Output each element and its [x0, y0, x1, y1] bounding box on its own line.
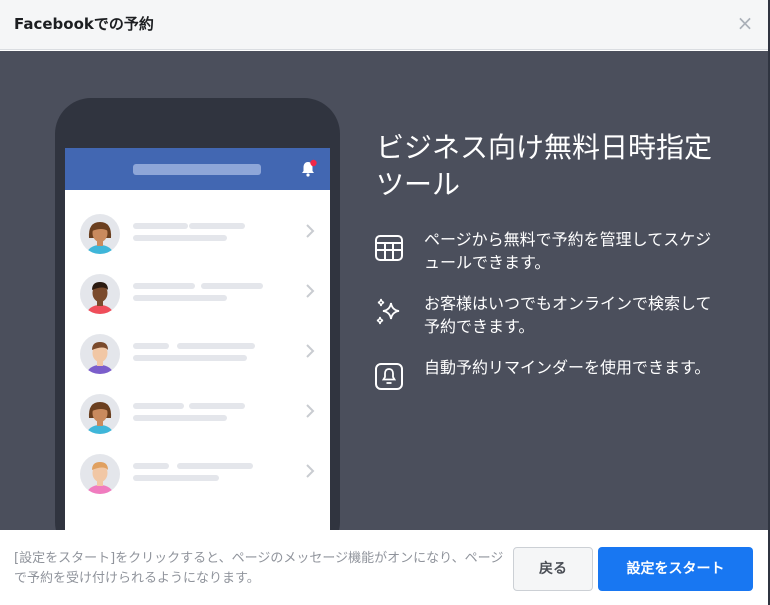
woman-avatar-icon: [80, 394, 120, 434]
chevron-right-icon: [305, 403, 315, 424]
placeholder-line: [133, 295, 227, 301]
feature-text: ページから無料で予約を管理してスケジュールできます。: [424, 230, 712, 272]
chevron-right-icon: [305, 463, 315, 484]
sparkles-icon: [376, 298, 400, 325]
phone-screen: [65, 148, 330, 530]
man-avatar-icon: [80, 334, 120, 374]
feature-text: 自動予約リマインダーを使用できます。: [424, 358, 711, 377]
placeholder-line: [133, 355, 247, 361]
dialog-title: Facebookでの予約: [14, 15, 154, 33]
phone-app-bar: [65, 148, 330, 190]
list-item: [65, 446, 330, 506]
placeholder-line: [189, 223, 245, 229]
dialog-footer: [設定をスタート]をクリックすると、ページのメッセージ機能がオンになり、ページで…: [0, 530, 768, 605]
phone-illustration: [55, 98, 340, 530]
list-item: [65, 326, 330, 386]
footer-note: [設定をスタート]をクリックすると、ページのメッセージ機能がオンになり、ページで…: [14, 551, 504, 586]
placeholder-line: [189, 403, 245, 409]
start-setup-button[interactable]: 設定をスタート: [598, 547, 753, 591]
placeholder-line: [133, 403, 184, 409]
feature-item: ページから無料で予約を管理してスケジュールできます。: [374, 230, 714, 283]
man-avatar-icon: [80, 454, 120, 494]
phone-search-pill: [133, 164, 261, 175]
list-item: [65, 206, 330, 266]
dialog-header: Facebookでの予約 ×: [0, 0, 768, 50]
chevron-right-icon: [305, 283, 315, 304]
back-button[interactable]: 戻る: [513, 547, 593, 591]
list-item: [65, 266, 330, 326]
placeholder-line: [133, 415, 227, 421]
feature-item: お客様はいつでもオンラインで検索して予約できます。: [374, 294, 714, 347]
feature-text: お客様はいつでもオンラインで検索して予約できます。: [424, 294, 712, 336]
chevron-right-icon: [305, 223, 315, 244]
notification-bell-icon: [302, 159, 317, 177]
man-avatar-icon: [80, 274, 120, 314]
booking-dialog: Facebookでの予約 × ビジネス向け無料日時指定ツール ページから無料で予…: [0, 0, 769, 605]
close-button[interactable]: ×: [736, 13, 754, 33]
woman-avatar-icon: [80, 214, 120, 254]
placeholder-line: [177, 343, 255, 349]
calendar-grid-icon: [375, 235, 403, 261]
placeholder-line: [133, 343, 169, 349]
placeholder-line: [133, 463, 169, 469]
hero-title: ビジネス向け無料日時指定ツール: [376, 131, 713, 201]
placeholder-line: [133, 475, 219, 481]
placeholder-line: [177, 463, 253, 469]
feature-item: 自動予約リマインダーを使用できます。: [374, 358, 714, 411]
placeholder-line: [133, 223, 188, 229]
placeholder-line: [201, 283, 263, 289]
hero-panel: ビジネス向け無料日時指定ツール ページから無料で予約を管理してスケジュールできま…: [0, 51, 768, 530]
chevron-right-icon: [305, 343, 315, 364]
placeholder-line: [133, 283, 195, 289]
list-item: [65, 386, 330, 446]
placeholder-line: [133, 235, 227, 241]
bell-icon: [375, 363, 403, 390]
